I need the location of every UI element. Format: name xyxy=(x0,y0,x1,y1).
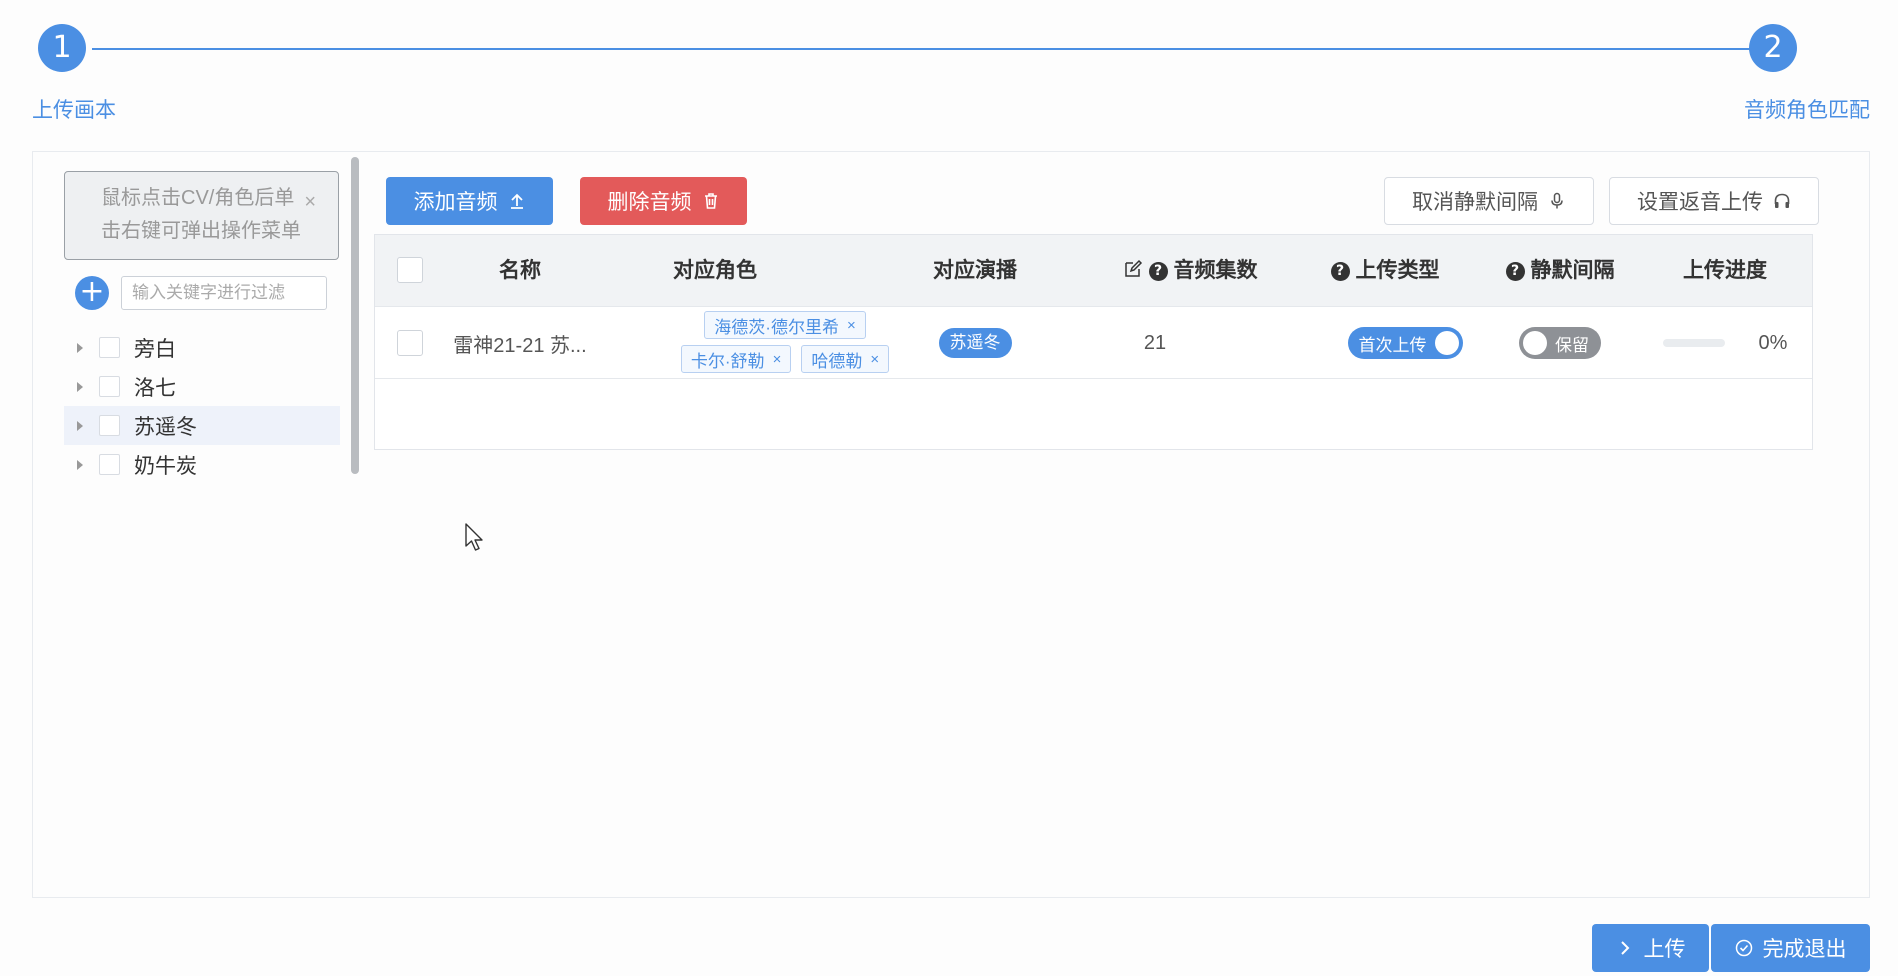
expand-arrow-icon[interactable] xyxy=(77,381,83,392)
set-return-upload-button[interactable]: 设置返音上传 xyxy=(1609,177,1819,225)
chevron-right-icon xyxy=(1620,941,1629,955)
microphone-icon xyxy=(1551,192,1563,209)
main-panel: 鼠标点击CV/角色后单 击右键可弹出操作菜单 × + 旁白 洛七 苏遥冬 奶牛炭 xyxy=(32,151,1870,898)
expand-arrow-icon[interactable] xyxy=(77,342,83,353)
trash-icon xyxy=(704,193,717,209)
tree-item-label: 洛七 xyxy=(134,376,176,400)
expand-arrow-icon[interactable] xyxy=(77,459,83,470)
add-audio-button[interactable]: 添加音频 xyxy=(386,177,553,225)
table-row: 雷神21-21 苏... 海德茨·德尔里希 × 卡尔·舒勒 × 哈德勒 × 苏遥冬 2… xyxy=(375,307,1812,379)
hint-close-icon[interactable]: × xyxy=(304,186,316,219)
tree-item-label: 旁白 xyxy=(134,337,176,361)
header-roles: 对应角色 xyxy=(673,259,757,282)
role-tag: 卡尔·舒勒 × xyxy=(680,345,792,373)
help-icon[interactable]: ? xyxy=(1330,262,1350,281)
row-roles: 海德茨·德尔里希 × 卡尔·舒勒 × 哈德勒 × xyxy=(675,311,895,373)
row-silence-cell: 保留 xyxy=(1475,307,1645,379)
upload-label: 上传 xyxy=(1643,938,1686,961)
role-tag-label: 哈德勒 xyxy=(811,351,863,371)
silence-switch[interactable]: 保留 xyxy=(1519,327,1601,359)
upload-progress-text: 0% xyxy=(1758,331,1788,354)
header-upload-type-cell: ? 上传类型 xyxy=(1295,235,1475,307)
row-name: 雷神21-21 苏... xyxy=(453,334,587,357)
tree-item-pangbai[interactable]: 旁白 xyxy=(64,328,340,367)
role-tag: 海德茨·德尔里希 × xyxy=(704,311,866,339)
upload-type-switch-label: 首次上传 xyxy=(1358,335,1427,355)
cv-tree: 旁白 洛七 苏遥冬 奶牛炭 xyxy=(64,328,340,484)
tree-checkbox[interactable] xyxy=(99,415,120,436)
finish-exit-label: 完成退出 xyxy=(1762,938,1847,961)
mouse-cursor-icon xyxy=(465,523,483,551)
role-tag: 哈德勒 × xyxy=(801,345,890,373)
delete-audio-label: 删除音频 xyxy=(607,191,692,214)
header-cv: 对应演播 xyxy=(933,259,1017,282)
tag-close-icon[interactable]: × xyxy=(847,317,856,334)
upload-type-switch[interactable]: 首次上传 xyxy=(1347,327,1463,359)
header-upload-type-label: 上传类型 xyxy=(1355,259,1440,282)
headphones-icon xyxy=(1774,193,1790,208)
row-select-cell xyxy=(397,307,423,379)
step-1-circle: 1 xyxy=(38,24,86,72)
role-tag-label: 海德茨·德尔里希 xyxy=(714,317,839,337)
sidebar-scrollbar[interactable] xyxy=(351,157,359,474)
header-episodes-label: 音频集数 xyxy=(1173,259,1258,282)
steps-bar: 1 2 上传画本 音频角色匹配 xyxy=(0,0,1898,130)
upload-button[interactable]: 上传 xyxy=(1592,924,1709,972)
hint-line-1: 鼠标点击CV/角色后单 xyxy=(101,187,295,209)
expand-arrow-icon[interactable] xyxy=(77,420,83,431)
row-episodes: 21 xyxy=(1143,331,1167,354)
select-all-cell xyxy=(397,235,423,307)
header-progress: 上传进度 xyxy=(1683,259,1767,282)
check-circle-icon xyxy=(1735,939,1752,957)
edit-icon[interactable] xyxy=(1123,259,1143,279)
tree-item-luoqi[interactable]: 洛七 xyxy=(64,367,340,406)
tree-item-suyaodong[interactable]: 苏遥冬 xyxy=(64,406,340,445)
header-silence-cell: ? 静默间隔 xyxy=(1475,235,1645,307)
hint-line-2: 击右键可弹出操作菜单 xyxy=(101,220,301,242)
row-episodes-align xyxy=(1125,307,1126,379)
tag-close-icon[interactable]: × xyxy=(773,351,782,368)
help-icon[interactable]: ? xyxy=(1505,262,1525,281)
cancel-silence-label: 取消静默间隔 xyxy=(1412,191,1538,214)
header-episodes-cell: ? 音频集数 xyxy=(1095,235,1285,307)
step-2-circle: 2 xyxy=(1749,24,1797,72)
tree-checkbox[interactable] xyxy=(99,337,120,358)
role-tag-label: 卡尔·舒勒 xyxy=(690,351,765,371)
tree-checkbox[interactable] xyxy=(99,376,120,397)
step-2-label: 音频角色匹配 xyxy=(1744,99,1870,122)
add-cv-button[interactable]: + xyxy=(75,276,109,310)
switch-knob xyxy=(1434,331,1459,355)
finish-exit-button[interactable]: 完成退出 xyxy=(1711,924,1870,972)
tag-close-icon[interactable]: × xyxy=(870,351,879,368)
switch-knob xyxy=(1523,331,1547,355)
select-all-checkbox[interactable] xyxy=(397,257,423,283)
audio-table: 名称 对应角色 对应演播 ? 音频集数 ? 上传类型 ? 静默间隔 上传进度 雷神21… xyxy=(374,234,1813,450)
delete-audio-button[interactable]: 删除音频 xyxy=(580,177,747,225)
header-name: 名称 xyxy=(499,259,541,282)
tree-item-nainiutan[interactable]: 奶牛炭 xyxy=(64,445,340,484)
help-icon[interactable]: ? xyxy=(1148,262,1168,281)
hint-tooltip: 鼠标点击CV/角色后单 击右键可弹出操作菜单 × xyxy=(64,171,339,260)
header-silence-label: 静默间隔 xyxy=(1530,259,1615,282)
steps-progress-line xyxy=(92,48,1750,50)
upload-progress-bar xyxy=(1662,339,1725,347)
row-upload-type-cell: 首次上传 xyxy=(1315,307,1495,379)
upload-icon xyxy=(510,193,523,209)
tree-checkbox[interactable] xyxy=(99,454,120,475)
row-progress-cell: 0% xyxy=(1645,307,1805,379)
tree-item-label: 奶牛炭 xyxy=(134,454,197,478)
cancel-silence-button[interactable]: 取消静默间隔 xyxy=(1384,177,1594,225)
add-audio-label: 添加音频 xyxy=(413,191,498,214)
silence-switch-label: 保留 xyxy=(1555,335,1589,355)
step-1-label: 上传画本 xyxy=(32,99,116,122)
filter-input[interactable] xyxy=(121,276,327,310)
tree-item-label: 苏遥冬 xyxy=(134,415,197,439)
row-checkbox[interactable] xyxy=(397,330,423,356)
set-return-upload-label: 设置返音上传 xyxy=(1637,191,1763,214)
table-header: 名称 对应角色 对应演播 ? 音频集数 ? 上传类型 ? 静默间隔 上传进度 xyxy=(375,235,1812,307)
